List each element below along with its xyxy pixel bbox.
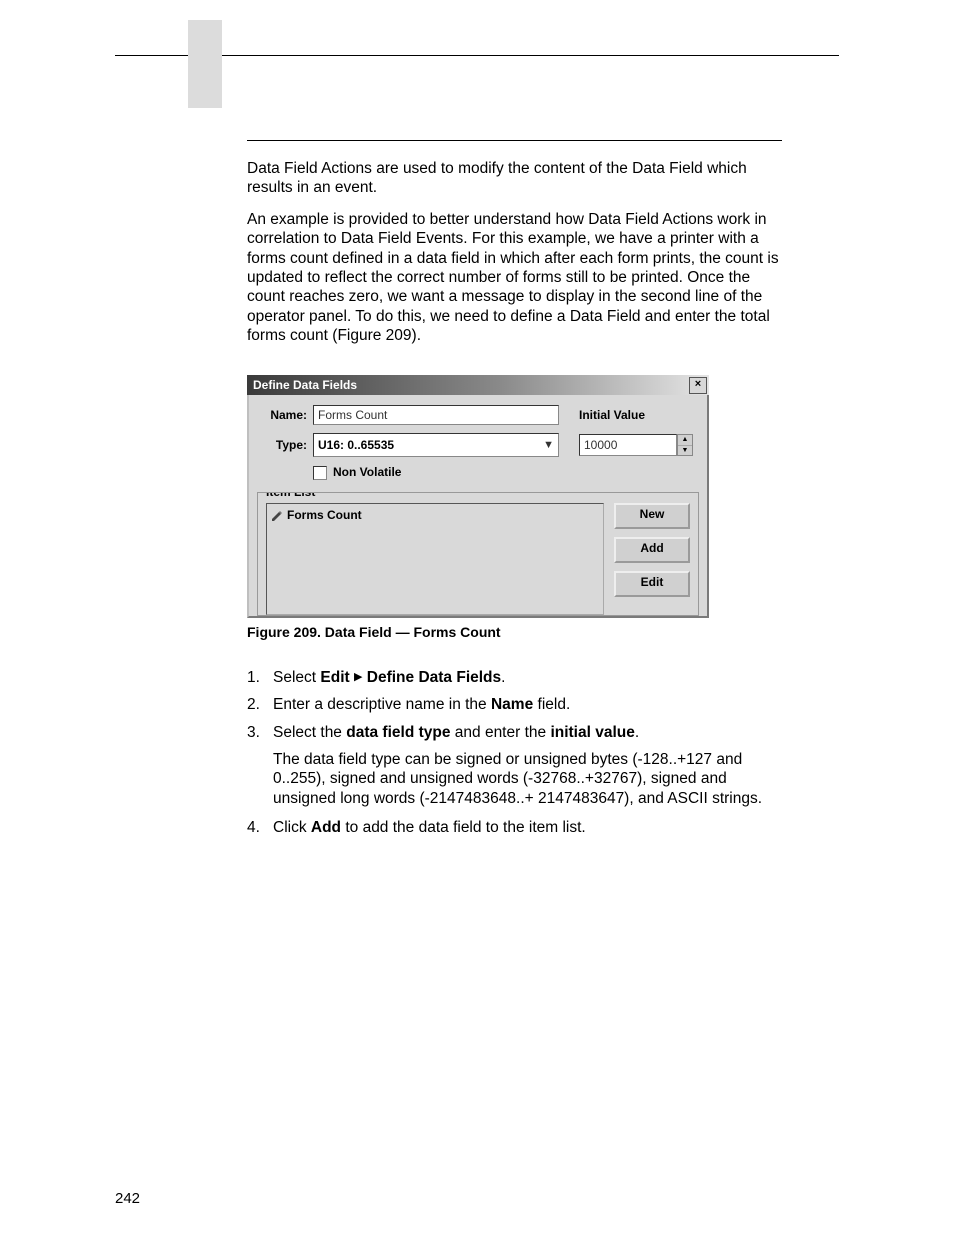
paragraph-1: Data Field Actions are used to modify th… [247, 159, 782, 198]
step-text: Enter a descriptive name in the Name fie… [273, 695, 782, 714]
type-label: Type: [259, 438, 313, 453]
step-4: 4. Click Add to add the data field to th… [247, 818, 782, 837]
type-select[interactable]: U16: 0..65535 ▼ [313, 433, 559, 457]
t: data field type [346, 724, 450, 741]
menu-arrow-icon: ▶ [354, 671, 362, 683]
dialog-titlebar: Define Data Fields × [247, 375, 709, 395]
item-list-frame: Item List Forms Count [257, 492, 699, 616]
button-column: New Add Edit [614, 503, 690, 615]
name-label: Name: [259, 408, 313, 423]
steps: 1. Select Edit ▶ Define Data Fields. 2. … [247, 668, 782, 838]
page-number: 242 [115, 1190, 140, 1207]
t: Edit [320, 669, 349, 686]
close-icon[interactable]: × [689, 377, 707, 394]
dialog-define-data-fields: Define Data Fields × Name: Forms Count I… [247, 375, 709, 618]
step-number: 2. [247, 695, 273, 714]
chevron-down-icon: ▼ [543, 435, 554, 455]
header-rule [115, 55, 839, 56]
step-text: Select the data field type and enter the… [273, 723, 782, 742]
name-input[interactable]: Forms Count [313, 405, 559, 425]
t: . [501, 669, 505, 686]
edit-button[interactable]: Edit [614, 571, 690, 597]
nonvolatile-label: Non Volatile [333, 465, 401, 480]
dialog-title: Define Data Fields [253, 378, 357, 393]
t: Add [311, 819, 341, 836]
pencil-icon [271, 510, 283, 522]
dialog-body: Name: Forms Count Initial Value Type: U1… [247, 395, 709, 618]
paragraph-2: An example is provided to better underst… [247, 210, 782, 346]
t: to add the data field to the item list. [341, 819, 586, 836]
step-text: Click Add to add the data field to the i… [273, 818, 782, 837]
initial-value-label: Initial Value [579, 408, 697, 423]
t: Name [491, 696, 533, 713]
spinner-down-icon[interactable]: ▼ [678, 446, 692, 456]
margin-tab [188, 20, 222, 108]
new-button[interactable]: New [614, 503, 690, 529]
step-2: 2. Enter a descriptive name in the Name … [247, 695, 782, 714]
t: Define Data Fields [367, 669, 501, 686]
t: and enter the [450, 724, 550, 741]
step-3: 3. Select the data field type and enter … [247, 723, 782, 742]
step-number: 1. [247, 668, 273, 687]
initial-value-spinner: 10000 ▲ ▼ [579, 434, 693, 456]
type-value: U16: 0..65535 [318, 435, 394, 455]
page: Data Field Actions are used to modify th… [0, 0, 954, 1235]
add-button[interactable]: Add [614, 537, 690, 563]
spinner-up-icon[interactable]: ▲ [678, 435, 692, 446]
step-number: 4. [247, 818, 273, 837]
t: field. [533, 696, 570, 713]
row-type: Type: U16: 0..65535 ▼ 10000 ▲ ▼ [259, 433, 697, 457]
section-rule [247, 140, 782, 141]
main-content: Data Field Actions are used to modify th… [247, 140, 782, 846]
t: . [635, 724, 639, 741]
initial-value-input[interactable]: 10000 [579, 434, 677, 456]
t: initial value [550, 724, 634, 741]
step-number: 3. [247, 723, 273, 742]
list-item[interactable]: Forms Count [269, 506, 601, 525]
t: Enter a descriptive name in the [273, 696, 491, 713]
t: Select the [273, 724, 346, 741]
step-1: 1. Select Edit ▶ Define Data Fields. [247, 668, 782, 687]
t: Select [273, 669, 320, 686]
row-name: Name: Forms Count Initial Value [259, 405, 697, 425]
figure-caption: Figure 209. Data Field — Forms Count [247, 624, 782, 642]
item-list-label: Item List [262, 492, 319, 500]
step-text: Select Edit ▶ Define Data Fields. [273, 668, 782, 687]
spinner-buttons: ▲ ▼ [677, 434, 693, 456]
t: Click [273, 819, 311, 836]
nonvolatile-checkbox[interactable] [313, 466, 327, 480]
item-list-area: Forms Count New Add Edit [266, 503, 690, 615]
step-3-detail: The data field type can be signed or uns… [273, 750, 782, 808]
item-listbox[interactable]: Forms Count [266, 503, 604, 615]
nonvolatile-row: Non Volatile [313, 465, 697, 480]
list-item-label: Forms Count [287, 508, 362, 523]
